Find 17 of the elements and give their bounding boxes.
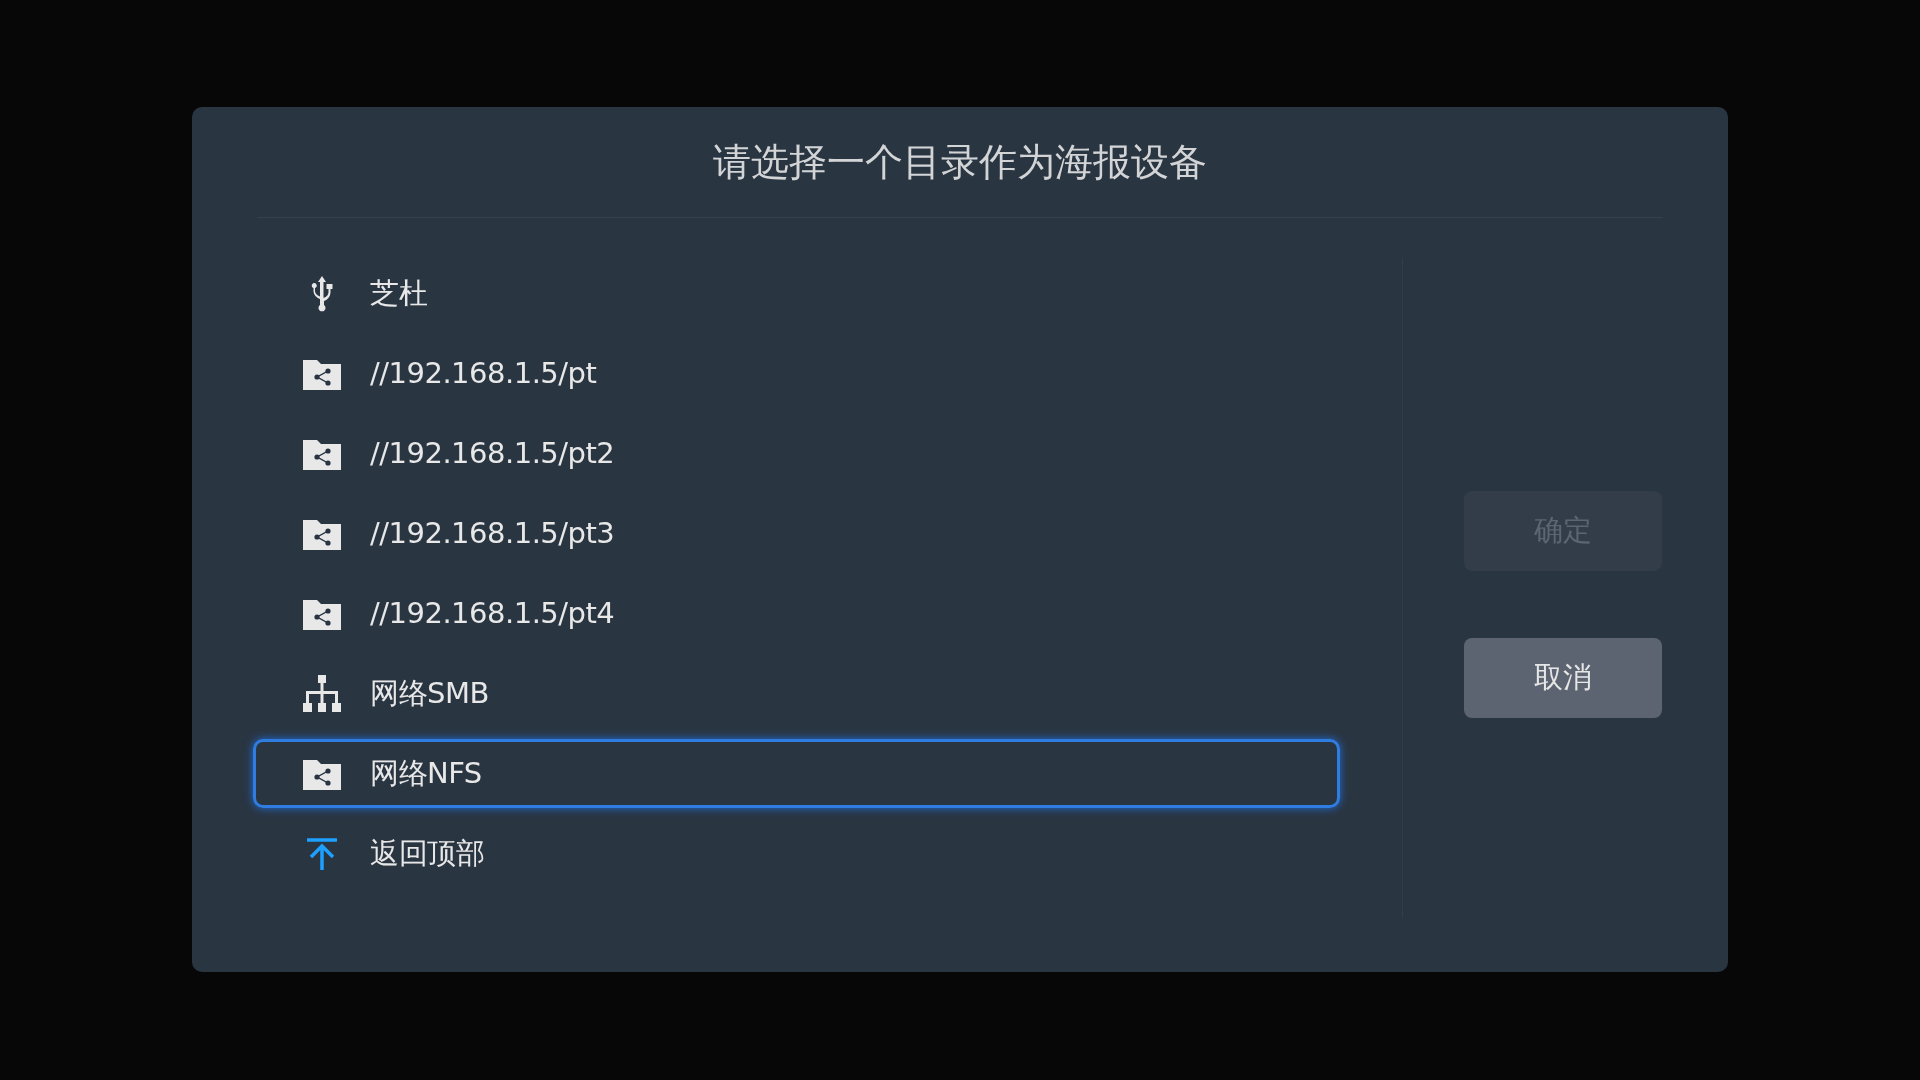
shared-folder-icon xyxy=(303,757,341,790)
list-item[interactable]: 返回顶部 xyxy=(253,819,1340,888)
shared-folder-icon xyxy=(303,437,341,470)
shared-folder-icon xyxy=(303,357,341,390)
network-icon xyxy=(303,674,341,713)
arrow-up-to-top-icon xyxy=(305,836,339,871)
dialog-title: 请选择一个目录作为海报设备 xyxy=(713,138,1207,186)
shared-folder-icon xyxy=(303,597,341,630)
list-item[interactable]: 网络NFS xyxy=(253,739,1340,808)
list-item[interactable]: //192.168.1.5/pt3 xyxy=(253,499,1340,568)
list-item[interactable]: 网络SMB xyxy=(253,659,1340,728)
list-item[interactable]: //192.168.1.5/pt2 xyxy=(253,419,1340,488)
list-item[interactable]: 芝杜 xyxy=(253,259,1340,328)
list-item[interactable]: //192.168.1.5/pt xyxy=(253,339,1340,408)
shared-folder-icon xyxy=(303,517,341,550)
cancel-button[interactable]: 取消 xyxy=(1464,638,1662,718)
list-item[interactable]: //192.168.1.5/pt4 xyxy=(253,579,1340,648)
